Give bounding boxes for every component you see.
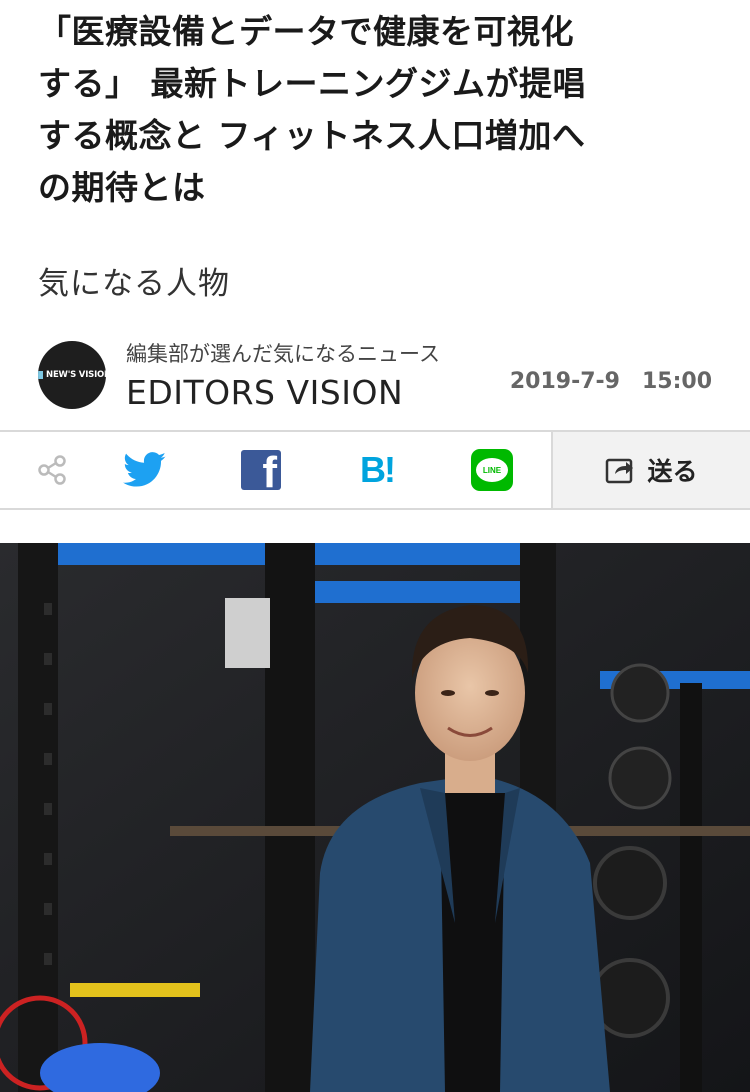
line-glyph: LINE [482,465,502,475]
share-icon[interactable] [32,432,72,508]
headline-line: 「医療設備とデータで健康を可視化 [38,12,574,51]
headline-line: の期待とは [38,168,206,207]
category-link[interactable]: 気になる人物 [38,258,230,303]
facebook-logo-box: f [241,450,281,490]
news-vision-logo-icon [38,371,44,379]
article-page: 「医療設備とデータで健康を可視化 する」 最新トレーニングジムが提唱 する概念と… [0,0,750,1092]
headline-line: する概念と フィットネス人口増加へ [38,116,586,155]
hatena-glyph: B! [360,449,396,490]
twitter-icon[interactable] [122,432,168,508]
source-name[interactable]: EDITORS VISION [126,373,403,412]
gym-portrait-image [0,543,750,1092]
facebook-icon[interactable]: f [240,432,282,508]
share-bar: f B! LINE 送る [0,430,750,510]
facebook-glyph: f [262,450,277,490]
article-photo [0,543,750,1092]
publish-date: 2019-7-9 15:00 [509,369,712,394]
line-bubble: LINE [476,458,508,482]
line-icon[interactable]: LINE [470,432,514,508]
hatena-bookmark-icon[interactable]: B! [355,432,399,508]
line-logo-box: LINE [471,449,513,491]
headline-line: する」 最新トレーニングジムが提唱 [38,64,586,103]
send-button[interactable]: 送る [551,432,750,508]
article-headline: 「医療設備とデータで健康を可視化 する」 最新トレーニングジムが提唱 する概念と… [38,6,728,214]
avatar[interactable]: NEW'S VISION [38,341,106,409]
author-row[interactable]: NEW'S VISION 編集部が選んだ気になるニュース EDITORS VIS… [38,338,718,414]
send-icon [606,458,634,484]
source-tagline: 編集部が選んだ気になるニュース [126,342,440,366]
avatar-logo-text: NEW'S VISION [46,370,106,380]
send-label: 送る [647,457,698,486]
